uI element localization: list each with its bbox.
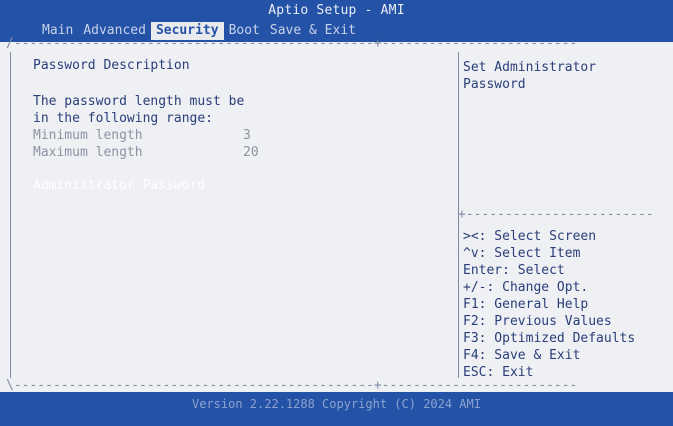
administrator-password-item[interactable]: Administrator Password — [33, 177, 205, 194]
key-save-exit: F4: Save & Exit — [463, 348, 581, 363]
key-enter-select: Enter: Select — [463, 263, 565, 278]
footer-bar: Version 2.22.1288 Copyright (C) 2024 AMI — [0, 392, 673, 426]
help-panel: Set Administrator Password — [463, 59, 596, 93]
left-border — [10, 52, 11, 378]
content-area: /---------------------------------------… — [0, 36, 673, 393]
password-description-heading: Password Description — [33, 58, 190, 73]
key-optimized-defaults: F3: Optimized Defaults — [463, 331, 636, 346]
key-change-opt: +/-: Change Opt. — [463, 280, 589, 295]
key-esc-exit: ESC: Exit — [463, 365, 534, 380]
app-title: Aptio Setup - AMI — [268, 3, 405, 18]
top-border: /---------------------------------------… — [6, 36, 578, 51]
min-length-value: 3 — [243, 128, 251, 143]
key-select-item: ^v: Select Item — [463, 246, 581, 261]
key-select-screen: ><: Select Screen — [463, 229, 597, 244]
password-desc-line2: in the following range: — [33, 111, 214, 126]
key-previous-values: F2: Previous Values — [463, 314, 612, 329]
version-copyright: Version 2.22.1288 Copyright (C) 2024 AMI — [192, 397, 481, 411]
bios-screen: Aptio Setup - AMI Main Advanced Security… — [0, 0, 673, 426]
max-length-label: Maximum length — [33, 145, 143, 160]
help-separator: +------------------------ — [458, 207, 654, 222]
password-desc-line1: The password length must be — [33, 94, 245, 109]
max-length-value: 20 — [243, 145, 259, 160]
key-legend: ><: Select Screen ^v: Select Item Enter:… — [463, 228, 635, 381]
key-general-help: F1: General Help — [463, 297, 589, 312]
help-text-line1: Set Administrator — [463, 60, 597, 75]
min-length-label: Minimum length — [33, 128, 143, 143]
help-text-line2: Password — [463, 77, 526, 92]
